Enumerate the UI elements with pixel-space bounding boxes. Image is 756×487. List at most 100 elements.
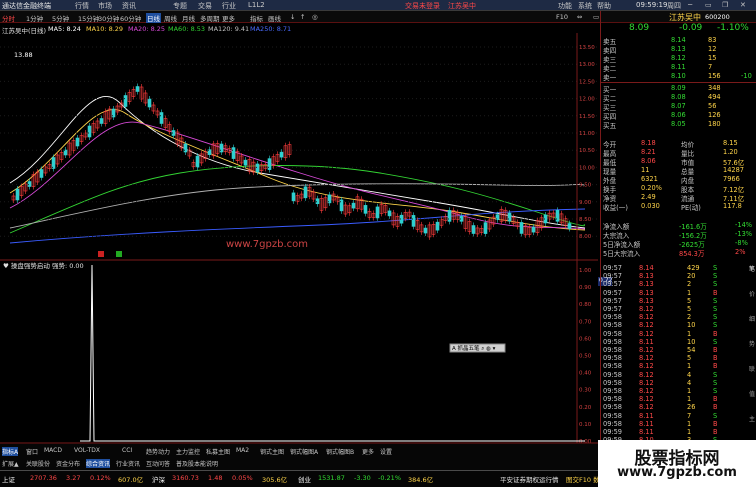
panel-side-tab[interactable]: 主: [749, 414, 755, 423]
stat-row[interactable]: 外盘 6321 内盘 7966: [601, 175, 756, 185]
menu-item[interactable]: 行业: [222, 1, 236, 11]
tool-button[interactable]: 指标: [250, 13, 263, 23]
menu-item[interactable]: 资讯: [122, 1, 136, 11]
tool-button[interactable]: 画线: [268, 13, 281, 23]
menu-item[interactable]: 功能: [558, 1, 572, 11]
period-button[interactable]: 30分钟: [98, 13, 119, 23]
panel-side-tab[interactable]: 联: [749, 364, 755, 373]
bid-row[interactable]: 买二 8.08 494: [601, 93, 756, 103]
window-icon[interactable]: ▭: [593, 13, 599, 21]
info-tab[interactable]: 互动问答: [146, 459, 170, 468]
period-button[interactable]: 多周期: [200, 13, 220, 23]
f10-button[interactable]: F10: [556, 13, 568, 21]
stat-row[interactable]: 今开 8.18 均价 8.15: [601, 139, 756, 149]
info-tab[interactable]: 普及股本能说明: [176, 459, 218, 468]
index-name[interactable]: 上证: [2, 474, 15, 484]
indicator-tab[interactable]: 设置: [380, 447, 392, 456]
ask-row[interactable]: 卖三 8.12 15: [601, 54, 756, 64]
weekday: 周四: [667, 2, 681, 10]
flow-row[interactable]: 5日净流入额 -2625万 -8%: [601, 239, 756, 249]
index-value: 2707.36: [30, 474, 57, 482]
indicator-tab[interactable]: MACD: [44, 447, 62, 454]
indicator-tab[interactable]: 指标A: [2, 447, 19, 456]
info-tab[interactable]: 行业资讯: [116, 459, 140, 468]
period-button[interactable]: 15分钟: [78, 13, 99, 23]
info-tab[interactable]: 综合资讯: [86, 459, 111, 468]
stat-row[interactable]: 换手 0.20% 股本 7.12亿: [601, 184, 756, 194]
period-button[interactable]: 分时: [2, 13, 15, 23]
period-button[interactable]: 5分钟: [52, 13, 69, 23]
tick-volume: 5: [687, 305, 692, 313]
candlestick-chart[interactable]: 13.50 13.00 12.50 12.00 11.50 11.00 10.50 10.00…: [0, 33, 598, 468]
stat-row[interactable]: 现量 11 总量 14287: [601, 166, 756, 176]
panel-side-tab[interactable]: 笔: [749, 264, 755, 273]
tick-price: 8.11: [639, 428, 654, 436]
close-icon[interactable]: ✕: [740, 1, 746, 9]
ask-row[interactable]: 卖二 8.11 7: [601, 63, 756, 73]
candle-body: [507, 212, 512, 222]
tick-time: 09:58: [603, 321, 623, 330]
indicator-tab[interactable]: 私募主图: [206, 447, 230, 456]
info-tab[interactable]: 关联股份: [26, 459, 50, 468]
arrow-down-icon[interactable]: ↓: [290, 13, 295, 21]
info-tab[interactable]: 扩展▲: [2, 459, 19, 468]
panel-side-tab[interactable]: 价: [749, 289, 755, 298]
arrow-up-icon[interactable]: ↑: [300, 13, 305, 21]
menu-item[interactable]: 帮助: [597, 1, 611, 11]
candle-body: [555, 210, 560, 222]
menu-item[interactable]: L1L2: [248, 1, 265, 9]
menu-item[interactable]: 行情: [75, 1, 89, 11]
stat-row[interactable]: 收益(一) 0.030 PE(动) 117.8: [601, 202, 756, 212]
tick-price: 8.14: [639, 264, 654, 272]
maximize-icon[interactable]: ▭: [705, 1, 712, 9]
indicator-tab[interactable]: 趋势动力: [146, 447, 170, 456]
index-name[interactable]: 沪深: [152, 474, 165, 484]
period-button[interactable]: 60分钟: [120, 13, 141, 23]
stat-row[interactable]: 净资 2.49 流通 7.11亿: [601, 193, 756, 203]
flow-row[interactable]: 5日大宗流入 854.3万 2%: [601, 248, 756, 258]
period-button-active[interactable]: 日线: [146, 13, 161, 23]
indicator-tab[interactable]: 钢式幅图A: [290, 447, 318, 456]
stat-row[interactable]: 最高 8.21 量比 1.20: [601, 148, 756, 158]
index-name[interactable]: 创业: [298, 474, 311, 484]
ask-label: 卖一: [603, 74, 617, 82]
minimize-icon[interactable]: ─: [688, 1, 692, 9]
menu-item[interactable]: 系统: [578, 1, 592, 11]
period-button[interactable]: 月线: [182, 13, 195, 23]
trade-alert[interactable]: 交易未登录: [405, 1, 440, 11]
indicator-tab[interactable]: CCI: [122, 447, 132, 454]
indicator-tab[interactable]: 窗口: [26, 447, 38, 456]
ask-row[interactable]: 卖五 8.14 83: [601, 36, 756, 46]
info-tab[interactable]: 资金分布: [56, 459, 80, 468]
indicator-tab[interactable]: MA2: [236, 447, 249, 454]
indicator-tab[interactable]: 钢式主图: [260, 447, 284, 456]
bid-row[interactable]: 买四 8.06 126: [601, 111, 756, 121]
menu-item[interactable]: 专题: [173, 1, 187, 11]
quote-header: 江苏吴中 600200: [601, 11, 756, 22]
flow-row[interactable]: 大宗流入 -156.2万 -13%: [601, 230, 756, 240]
period-button[interactable]: 更多: [222, 13, 235, 23]
bid-row[interactable]: 买一 8.09 348: [601, 84, 756, 94]
target-icon[interactable]: ◎: [312, 13, 318, 21]
indicator-tab[interactable]: 更多: [362, 447, 374, 456]
layout-icon[interactable]: ⇔: [577, 13, 582, 21]
flow-row[interactable]: 净流入额 -161.6万 -14%: [601, 221, 756, 231]
period-button[interactable]: 1分钟: [26, 13, 43, 23]
menu-item[interactable]: 交易: [198, 1, 212, 11]
floating-toolbar-text[interactable]: A 抓晶五笔 ⌕ ◍ ▾: [452, 344, 496, 352]
indicator-tab[interactable]: 主力监控: [176, 447, 200, 456]
panel-side-tab[interactable]: 值: [749, 389, 755, 398]
panel-side-tab[interactable]: 细: [749, 314, 755, 323]
restore-icon[interactable]: ❐: [722, 1, 728, 9]
menu-item[interactable]: 市场: [98, 1, 112, 11]
panel-side-tab[interactable]: 势: [749, 339, 755, 348]
stat-row[interactable]: 最低 8.06 市值 57.6亿: [601, 157, 756, 167]
candle-body: [303, 186, 308, 199]
indicator-tab[interactable]: VOL-TDX: [74, 447, 100, 454]
bid-row[interactable]: 买三 8.07 56: [601, 102, 756, 112]
period-button[interactable]: 周线: [164, 13, 177, 23]
ask-row[interactable]: 卖四 8.13 12: [601, 45, 756, 55]
bid-row[interactable]: 买五 8.05 180: [601, 120, 756, 130]
ask-row[interactable]: 卖一 8.10 156 -10: [601, 72, 756, 82]
indicator-tab[interactable]: 钢式幅图B: [326, 447, 354, 456]
